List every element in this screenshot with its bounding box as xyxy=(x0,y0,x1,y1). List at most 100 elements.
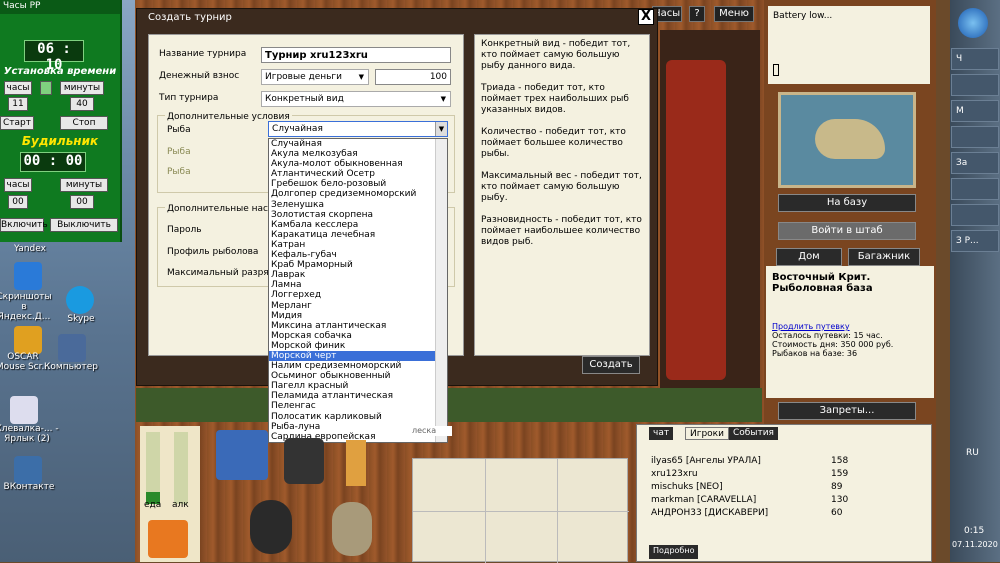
fish-option[interactable]: Кефаль-губач xyxy=(269,250,447,260)
fish-option[interactable]: Лаврак xyxy=(269,270,447,280)
fish-option[interactable]: Атлантический Осетр xyxy=(269,169,447,179)
help-button[interactable]: ? xyxy=(689,6,705,22)
to-base-button[interactable]: На базу xyxy=(778,194,916,212)
tackle-box-icon[interactable] xyxy=(216,430,268,480)
taskbar-item[interactable] xyxy=(951,74,999,96)
fish-option[interactable]: Мидия xyxy=(269,311,447,321)
extend-link[interactable]: Продлить путевку xyxy=(772,322,928,331)
desktop-icon-label-yandex[interactable]: Yandex xyxy=(0,244,65,254)
taskbar-item[interactable] xyxy=(951,178,999,200)
fish-option[interactable]: Морской финик xyxy=(269,341,447,351)
screenshots-icon[interactable] xyxy=(14,262,42,290)
fish-option[interactable]: Золотистая скорпена xyxy=(269,210,447,220)
ticket-left: Осталось путевки: 15 час. xyxy=(772,331,883,340)
taskbar-item[interactable] xyxy=(951,204,999,226)
bucket-icon[interactable] xyxy=(148,520,188,558)
fish-option[interactable]: Морская собачка xyxy=(269,331,447,341)
computer-icon[interactable] xyxy=(58,334,86,362)
fee-type-select[interactable]: Игровые деньги ▼ xyxy=(261,69,369,85)
fish-option[interactable]: Каракатица лечебная xyxy=(269,230,447,240)
help-text: Разновидность - победит тот, кто поймает… xyxy=(481,215,642,247)
oscar-icon[interactable] xyxy=(14,326,42,354)
book-image xyxy=(666,60,726,380)
notebook-icon[interactable] xyxy=(346,440,366,486)
fee-amount-input[interactable]: 100 xyxy=(375,69,451,85)
type-select[interactable]: Конкретный вид ▼ xyxy=(261,91,451,107)
vk-icon[interactable] xyxy=(14,456,42,484)
create-button[interactable]: Создать xyxy=(582,356,640,374)
to-hq-button[interactable]: Войти в штаб xyxy=(778,222,916,240)
fish-option[interactable]: Катран xyxy=(269,240,447,250)
fish-option[interactable]: Акула мелкозубая xyxy=(269,149,447,159)
fish-option[interactable]: Долгопер средиземноморский xyxy=(269,189,447,199)
start-button[interactable]: Старт xyxy=(0,116,34,130)
fish-option[interactable]: Ламна xyxy=(269,280,447,290)
bans-button[interactable]: Запреты... xyxy=(778,402,916,420)
taskbar-item[interactable] xyxy=(951,126,999,148)
list-item[interactable]: АНДРОН33 [ДИСКАВЕРИ] 60 xyxy=(651,507,871,520)
lang-indicator[interactable]: RU xyxy=(966,448,979,458)
inventory-grid xyxy=(412,458,629,563)
fish-option[interactable]: Камбала кесслера xyxy=(269,220,447,230)
fish-option[interactable]: Акула-молот обыкновенная xyxy=(269,159,447,169)
fish-option[interactable]: Зеленушка xyxy=(269,200,447,210)
list-item[interactable]: mischuks [NEO] 89 xyxy=(651,481,871,494)
alarm-minutes-value[interactable]: 00 xyxy=(70,195,94,209)
fish-option[interactable]: Полосатик карликовый xyxy=(269,412,447,422)
alarm-off-button[interactable]: Выключить xyxy=(50,218,118,232)
skype-icon[interactable] xyxy=(66,286,94,314)
list-item[interactable]: xru123xru 159 xyxy=(651,468,871,481)
trunk-button[interactable]: Багажник xyxy=(848,248,920,266)
alarm-on-button[interactable]: Включить xyxy=(0,218,48,232)
fish-dropdown-list: Случайная Акула мелкозубая Акула-молот обы… xyxy=(268,138,448,443)
taskbar-item[interactable]: М xyxy=(951,100,999,122)
minutes-value[interactable]: 40 xyxy=(70,97,94,111)
fish-option[interactable]: Миксина атлантическая xyxy=(269,321,447,331)
fish-option[interactable]: Случайная xyxy=(269,139,447,149)
stop-button[interactable]: Стоп xyxy=(60,116,108,130)
home-button[interactable]: Дом xyxy=(776,248,842,266)
name-input[interactable]: Турнир xru123xru xyxy=(261,47,451,63)
tab-chat[interactable]: чат xyxy=(649,427,674,440)
fish-option[interactable]: Пагелл красный xyxy=(269,381,447,391)
klevalka-icon[interactable] xyxy=(10,396,38,424)
hours-value[interactable]: 11 xyxy=(8,97,28,111)
fish-option[interactable]: Краб Мраморный xyxy=(269,260,447,270)
map-image[interactable] xyxy=(778,92,916,188)
chevron-down-icon[interactable]: ▼ xyxy=(435,122,447,136)
dropdown-scrollbar[interactable] xyxy=(435,139,447,442)
food-meter xyxy=(146,432,160,504)
pot-icon[interactable] xyxy=(250,500,292,554)
fish-option[interactable]: Мерланг xyxy=(269,301,447,311)
fish-option[interactable]: Морской черт xyxy=(269,350,447,362)
taskbar-item[interactable]: З Р... xyxy=(951,230,999,252)
details-button[interactable]: Подробно xyxy=(649,545,699,559)
alarm-time: 00 : 00 xyxy=(20,152,86,172)
fish-option[interactable]: Налим средиземноморский xyxy=(269,361,447,371)
fish-option[interactable]: Пеламида атлантическая xyxy=(269,391,447,401)
fish-option[interactable]: Пеленгас xyxy=(269,401,447,411)
menu-button[interactable]: Меню xyxy=(714,6,754,22)
fish-select[interactable]: Случайная ▼ xyxy=(268,121,448,137)
taskbar-item[interactable]: За xyxy=(951,152,999,174)
fish-option[interactable]: Гребешок бело-розовый xyxy=(269,179,447,189)
taskbar-item[interactable]: Ч xyxy=(951,48,999,70)
desktop-icon-label-vk[interactable]: ВКонтакте xyxy=(0,482,64,492)
start-icon[interactable] xyxy=(958,8,988,38)
list-item[interactable]: markman [CARAVELLA] 130 xyxy=(651,494,871,507)
desktop-icon-label-klevalka[interactable]: Клевалка-... - Ярлык (2) xyxy=(0,424,62,444)
set-icon[interactable] xyxy=(40,81,52,95)
list-item[interactable]: ilyas65 [Ангелы УРАЛА] 158 xyxy=(651,455,871,468)
sack-icon[interactable] xyxy=(332,502,372,556)
close-button[interactable]: X xyxy=(638,9,654,25)
backpack-icon[interactable] xyxy=(284,438,324,484)
type-label: Тип турнира xyxy=(159,93,219,103)
desktop-icon-label-computer[interactable]: Компьютер xyxy=(36,362,106,372)
fish-option[interactable]: Осьминог обыкновенный xyxy=(269,371,447,381)
tab-players[interactable]: Игроки xyxy=(685,427,729,440)
desktop-icon-label-skype[interactable]: Skype xyxy=(46,314,116,324)
tab-events[interactable]: События xyxy=(729,427,778,440)
fish-option[interactable]: Логгерхед xyxy=(269,290,447,300)
alarm-hours-value[interactable]: 00 xyxy=(8,195,28,209)
profile-label: Профиль рыболова xyxy=(167,247,259,257)
